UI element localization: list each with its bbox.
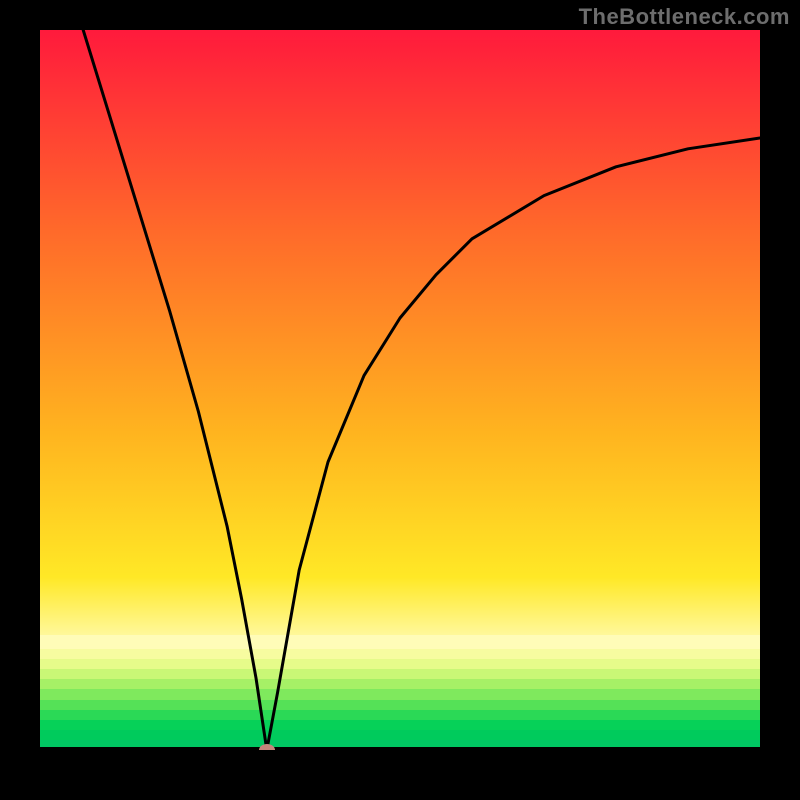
optimal-point-marker xyxy=(259,744,275,750)
chart-frame: TheBottleneck.com xyxy=(0,0,800,800)
plot-area xyxy=(40,30,760,750)
bottleneck-curve xyxy=(40,30,760,750)
watermark-text: TheBottleneck.com xyxy=(579,4,790,30)
